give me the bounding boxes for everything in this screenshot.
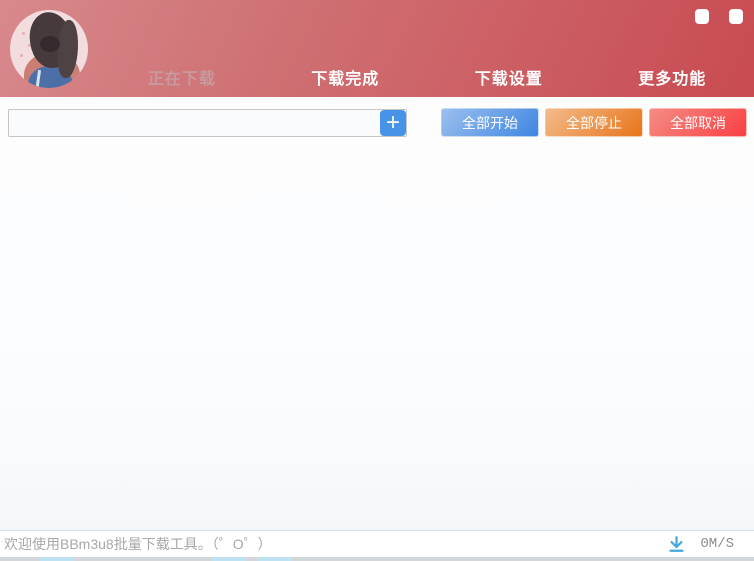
download-icon [667,535,686,553]
status-bar: 欢迎使用BBm3u8批量下载工具。（゜O゜） 0M/S [0,530,754,557]
download-task-list [0,137,754,531]
header: 正在下载 下载完成 下载设置 更多功能 [0,0,754,97]
url-input[interactable] [8,109,407,137]
avatar-decoration [20,54,23,57]
strip-highlight [212,557,246,561]
action-buttons: 全部开始 全部停止 全部取消 [441,108,747,137]
app-window: 正在下载 下载完成 下载设置 更多功能 + 全部开始 全部停止 全部取消 欢迎使… [0,0,754,561]
tab-settings[interactable]: 下载设置 [427,63,591,97]
plus-icon: + [386,112,400,134]
strip-highlight [40,557,74,561]
add-task-button[interactable]: + [380,110,406,136]
minimize-button[interactable] [695,9,709,24]
avatar-decoration [22,32,25,35]
download-speed: 0M/S [700,536,734,552]
avatar-hair-bun [40,36,60,52]
cancel-all-button[interactable]: 全部取消 [649,108,747,137]
tab-more-features[interactable]: 更多功能 [591,63,754,97]
bottom-edge-strip [0,557,754,561]
stop-all-button[interactable]: 全部停止 [545,108,643,137]
url-input-wrap: + [8,109,407,137]
strip-highlight [258,557,292,561]
tab-downloading[interactable]: 正在下载 [100,63,264,97]
close-button[interactable] [729,9,743,24]
status-right: 0M/S [667,535,748,553]
avatar [10,10,88,88]
welcome-message: 欢迎使用BBm3u8批量下载工具。（゜O゜） [4,534,272,554]
toolbar: + 全部开始 全部停止 全部取消 [0,97,754,137]
tab-completed[interactable]: 下载完成 [264,63,428,97]
nav-tabs: 正在下载 下载完成 下载设置 更多功能 [100,63,754,97]
main-area: + 全部开始 全部停止 全部取消 [0,97,754,530]
start-all-button[interactable]: 全部开始 [441,108,539,137]
